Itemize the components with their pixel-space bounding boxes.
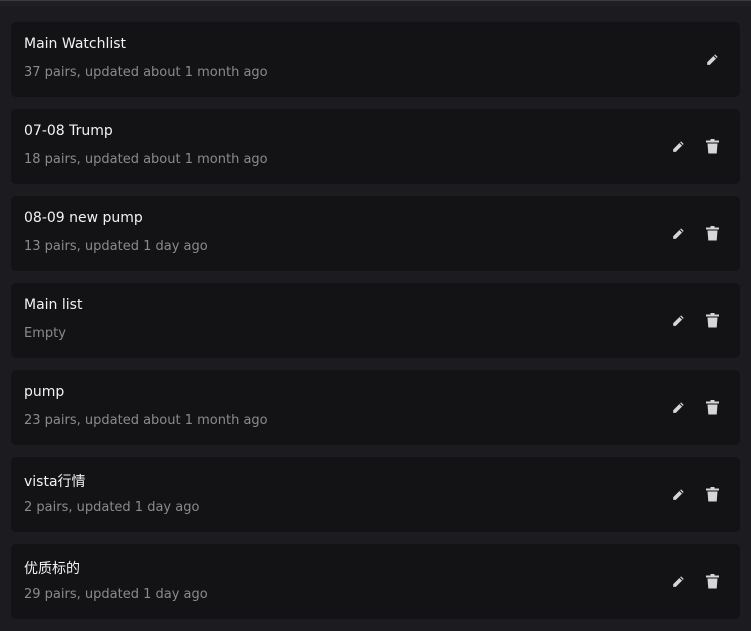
watchlist-name: Main Watchlist bbox=[24, 36, 127, 52]
pencil-icon[interactable] bbox=[670, 226, 686, 242]
watchlist-list: Main Watchlist 37 pairs, updated about 1… bbox=[11, 22, 740, 631]
pencil-icon[interactable] bbox=[670, 574, 686, 590]
watchlist-card-vista[interactable]: vista行情 2 pairs, updated 1 day ago bbox=[11, 457, 740, 532]
watchlist-details: 23 pairs, updated about 1 month ago bbox=[24, 413, 268, 428]
watchlist-details: 13 pairs, updated 1 day ago bbox=[24, 239, 208, 254]
card-actions bbox=[670, 544, 720, 619]
watchlist-card-main-list[interactable]: Main list Empty bbox=[11, 283, 740, 358]
pencil-icon[interactable] bbox=[670, 487, 686, 503]
trash-icon[interactable] bbox=[704, 139, 720, 155]
trash-icon[interactable] bbox=[704, 313, 720, 329]
card-actions bbox=[670, 109, 720, 184]
watchlist-details: 18 pairs, updated about 1 month ago bbox=[24, 152, 268, 167]
watchlist-card-08-09-new-pump[interactable]: 08-09 new pump 13 pairs, updated 1 day a… bbox=[11, 196, 740, 271]
watchlist-name: 08-09 new pump bbox=[24, 210, 143, 226]
trash-icon[interactable] bbox=[704, 487, 720, 503]
watchlist-card-quality[interactable]: 优质标的 29 pairs, updated 1 day ago bbox=[11, 544, 740, 619]
card-actions bbox=[670, 457, 720, 532]
pencil-icon[interactable] bbox=[670, 139, 686, 155]
card-actions bbox=[670, 283, 720, 358]
watchlist-details: 29 pairs, updated 1 day ago bbox=[24, 587, 208, 602]
card-actions bbox=[670, 196, 720, 271]
pencil-icon[interactable] bbox=[670, 313, 686, 329]
watchlist-card-07-08-trump[interactable]: 07-08 Trump 18 pairs, updated about 1 mo… bbox=[11, 109, 740, 184]
watchlist-name: 07-08 Trump bbox=[24, 123, 113, 139]
top-divider bbox=[0, 0, 751, 6]
watchlist-details: 2 pairs, updated 1 day ago bbox=[24, 500, 200, 515]
watchlist-name: pump bbox=[24, 384, 65, 400]
pencil-icon[interactable] bbox=[704, 52, 720, 68]
watchlist-card-pump[interactable]: pump 23 pairs, updated about 1 month ago bbox=[11, 370, 740, 445]
card-actions bbox=[704, 22, 720, 97]
watchlist-details: Empty bbox=[24, 326, 66, 341]
trash-icon[interactable] bbox=[704, 400, 720, 416]
watchlist-details: 37 pairs, updated about 1 month ago bbox=[24, 65, 268, 80]
card-actions bbox=[670, 370, 720, 445]
watchlist-name: vista行情 bbox=[24, 474, 86, 490]
trash-icon[interactable] bbox=[704, 226, 720, 242]
watchlist-name: 优质标的 bbox=[24, 561, 80, 577]
trash-icon[interactable] bbox=[704, 574, 720, 590]
watchlist-name: Main list bbox=[24, 297, 83, 313]
pencil-icon[interactable] bbox=[670, 400, 686, 416]
watchlist-card-main-watchlist[interactable]: Main Watchlist 37 pairs, updated about 1… bbox=[11, 22, 740, 97]
